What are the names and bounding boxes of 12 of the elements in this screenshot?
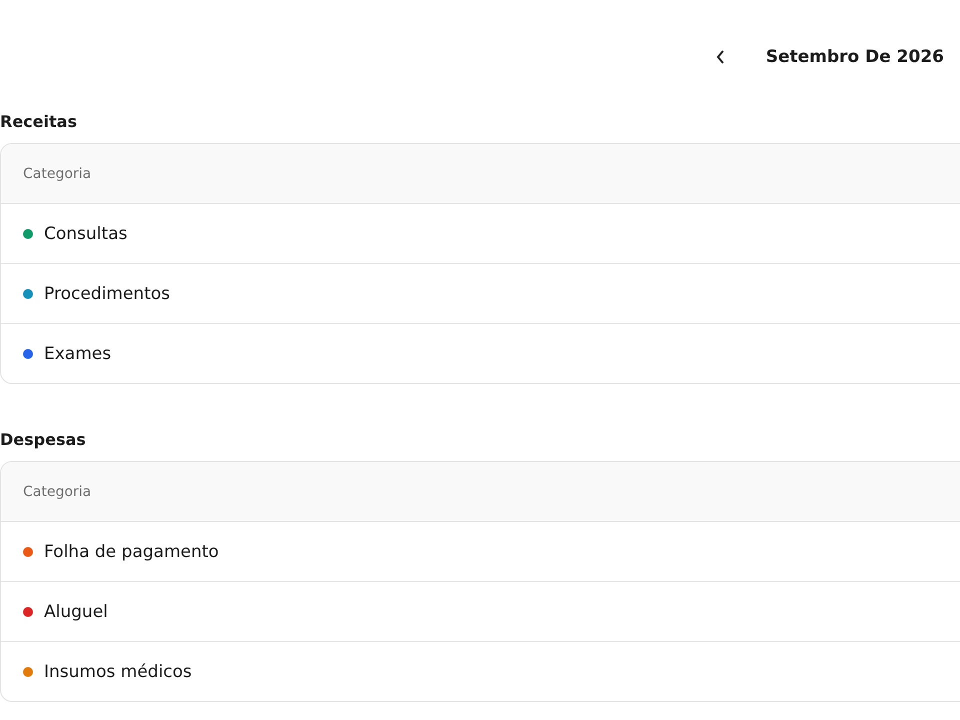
category-cell: Exames — [44, 344, 112, 364]
section-heading: Despesas — [0, 430, 87, 449]
chevron-left-icon — [716, 49, 726, 65]
category-cell: Folha de pagamento — [44, 542, 219, 562]
month-title: Setembro De 2026 — [766, 47, 944, 67]
column-header: Categoria — [23, 166, 92, 182]
category-cell: Insumos médicos — [44, 662, 192, 682]
category-cell: Procedimentos — [44, 284, 170, 304]
category-cell: Aluguel — [44, 602, 108, 622]
section-heading: Receitas — [0, 112, 78, 131]
category-cell: Consultas — [44, 224, 128, 244]
column-header: Categoria — [23, 484, 92, 500]
